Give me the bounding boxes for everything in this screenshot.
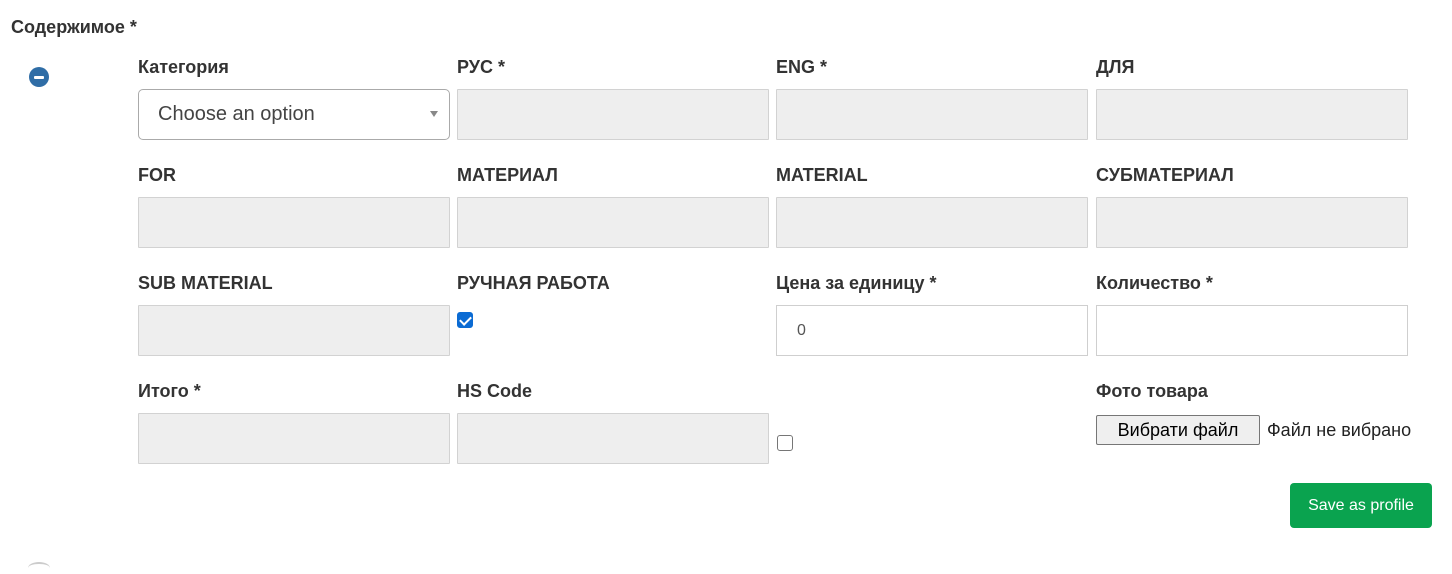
rus-input[interactable] xyxy=(457,89,769,140)
eng-input[interactable] xyxy=(776,89,1088,140)
quantity-label: Количество * xyxy=(1096,273,1213,293)
handmade-checkbox[interactable] xyxy=(457,312,473,328)
submaterial-en-input[interactable] xyxy=(138,305,450,356)
quantity-input[interactable] xyxy=(1096,305,1408,356)
dlya-label: ДЛЯ xyxy=(1096,57,1135,77)
material-en-input[interactable] xyxy=(776,197,1088,248)
category-select[interactable]: Choose an option xyxy=(138,89,450,140)
submaterial-ru-input[interactable] xyxy=(1096,197,1408,248)
remove-row-icon[interactable] xyxy=(29,67,49,87)
hs-code-input[interactable] xyxy=(457,413,769,464)
material-ru-input[interactable] xyxy=(457,197,769,248)
dlya-input[interactable] xyxy=(1096,89,1408,140)
chevron-down-icon xyxy=(430,111,438,117)
hs-code-label: HS Code xyxy=(457,381,533,401)
choose-file-button[interactable]: Вибрати файл xyxy=(1096,415,1260,445)
submaterial-en-label: SUB MATERIAL xyxy=(138,273,273,293)
category-label: Категория xyxy=(138,57,229,77)
total-input[interactable] xyxy=(138,413,450,464)
for-label: FOR xyxy=(138,165,176,185)
category-select-value: Choose an option xyxy=(158,103,315,125)
submaterial-ru-label: СУБМАТЕРИАЛ xyxy=(1096,165,1234,185)
eng-label: ENG * xyxy=(776,57,828,77)
rus-label: РУС * xyxy=(457,57,505,77)
for-input[interactable] xyxy=(138,197,450,248)
extra-checkbox[interactable] xyxy=(777,435,793,451)
photo-label: Фото товара xyxy=(1096,381,1208,401)
handmade-label: РУЧНАЯ РАБОТА xyxy=(457,273,610,293)
unit-price-label: Цена за единицу * xyxy=(776,273,937,293)
material-en-label: MATERIAL xyxy=(776,165,868,185)
material-ru-label: МАТЕРИАЛ xyxy=(457,165,558,185)
unit-price-value: 0 xyxy=(797,321,806,339)
next-row-icon xyxy=(28,562,50,574)
section-title: Содержимое * xyxy=(11,17,137,37)
unit-price-input[interactable]: 0 xyxy=(776,305,1088,356)
total-label: Итого * xyxy=(138,381,201,401)
save-as-profile-button[interactable]: Save as profile xyxy=(1290,483,1432,528)
file-status-text: Файл не вибрано xyxy=(1267,420,1412,440)
